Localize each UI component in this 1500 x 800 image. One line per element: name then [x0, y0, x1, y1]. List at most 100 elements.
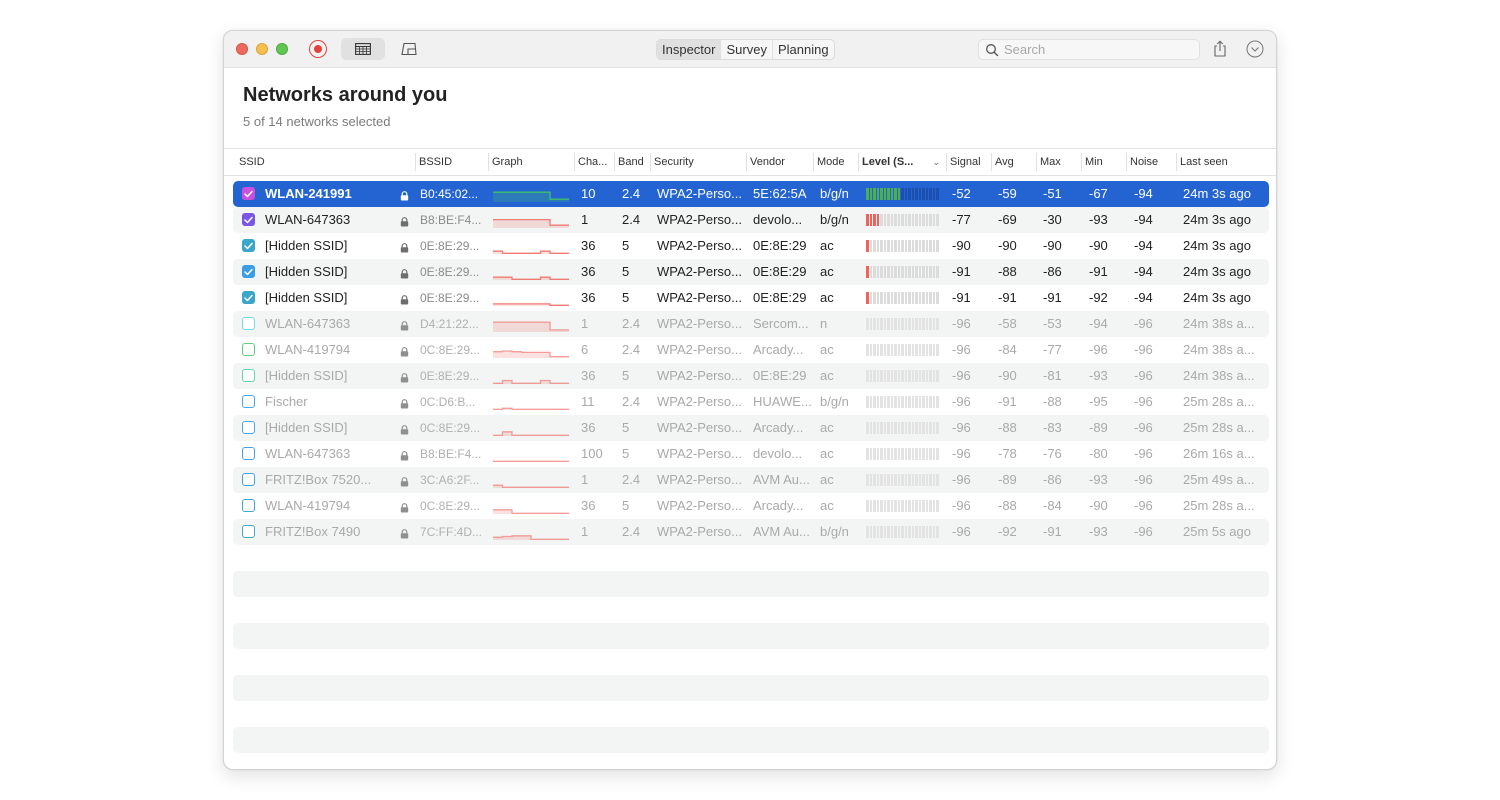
table-row[interactable]: WLAN-241991 B0:45:02... 10 2.4 WPA2-Perso...…: [233, 181, 1269, 207]
tab-inspector[interactable]: Inspector: [657, 40, 722, 59]
signal-cell: -91: [952, 290, 971, 305]
table-row[interactable]: WLAN-419794 0C:8E:29... 36 5 WPA2-Perso... Ar…: [233, 493, 1269, 519]
level-segment: [880, 526, 883, 538]
channel-cell: 1: [581, 212, 589, 227]
level-segment: [901, 448, 904, 460]
zoom-window-button[interactable]: [276, 43, 288, 55]
floorplan-view-button[interactable]: [394, 38, 424, 60]
level-segment: [876, 344, 879, 356]
level-segment: [908, 188, 911, 200]
search-field[interactable]: [978, 39, 1200, 60]
table-row[interactable]: WLAN-419794 0C:8E:29... 6 2.4 WPA2-Perso... A…: [233, 337, 1269, 363]
row-checkbox[interactable]: [242, 239, 255, 252]
row-checkbox[interactable]: [242, 447, 255, 460]
level-segment: [922, 396, 925, 408]
table-row[interactable]: [Hidden SSID] 0E:8E:29... 36 5 WPA2-Perso...…: [233, 233, 1269, 259]
level-segment: [883, 266, 886, 278]
signal-cell: -96: [952, 342, 971, 357]
level-segment: [887, 266, 890, 278]
share-button[interactable]: [1210, 39, 1230, 59]
mode-cell: ac: [820, 368, 834, 383]
row-checkbox[interactable]: [242, 421, 255, 434]
more-options-button[interactable]: [1245, 39, 1265, 59]
level-segment: [876, 422, 879, 434]
level-segment: [918, 344, 921, 356]
col-level[interactable]: Level (S... ⌄: [858, 149, 946, 175]
level-segment: [929, 370, 932, 382]
level-segment: [880, 370, 883, 382]
table-row[interactable]: [Hidden SSID] 0E:8E:29... 36 5 WPA2-Perso...…: [233, 363, 1269, 389]
table-view-button[interactable]: [341, 38, 385, 60]
col-noise[interactable]: Noise: [1126, 149, 1176, 175]
checkmark-icon: [244, 216, 253, 223]
table-row[interactable]: FRITZ!Box 7520... 3C:A6:2F... 1 2.4 WPA2-Per…: [233, 467, 1269, 493]
level-segment: [894, 500, 897, 512]
row-checkbox[interactable]: [242, 395, 255, 408]
level-segment: [936, 214, 939, 226]
col-ssid[interactable]: SSID: [235, 149, 415, 175]
col-signal[interactable]: Signal: [946, 149, 991, 175]
level-segment: [873, 188, 876, 200]
level-segment: [915, 240, 918, 252]
row-checkbox[interactable]: [242, 473, 255, 486]
row-checkbox[interactable]: [242, 187, 255, 200]
tab-planning[interactable]: Planning: [773, 40, 834, 59]
noise-cell: -96: [1134, 420, 1153, 435]
row-checkbox[interactable]: [242, 369, 255, 382]
col-mode[interactable]: Mode: [813, 149, 858, 175]
row-checkbox[interactable]: [242, 499, 255, 512]
bssid-cell: 0E:8E:29...: [420, 369, 480, 383]
noise-cell: -94: [1134, 238, 1153, 253]
col-last-seen[interactable]: Last seen: [1176, 149, 1266, 175]
level-segment: [915, 344, 918, 356]
col-vendor[interactable]: Vendor: [746, 149, 813, 175]
level-segment: [918, 448, 921, 460]
row-checkbox[interactable]: [242, 291, 255, 304]
level-segment: [883, 292, 886, 304]
col-min[interactable]: Min: [1081, 149, 1126, 175]
table-row[interactable]: [Hidden SSID] 0C:8E:29... 36 5 WPA2-Perso...…: [233, 415, 1269, 441]
col-max[interactable]: Max: [1036, 149, 1081, 175]
level-segment: [932, 526, 935, 538]
table-row[interactable]: Fischer 0C:D6:B... 11 2.4 WPA2-Perso... HUAWE…: [233, 389, 1269, 415]
col-graph[interactable]: Graph: [488, 149, 574, 175]
last-seen-cell: 26m 16s a...: [1183, 446, 1255, 461]
col-avg[interactable]: Avg: [991, 149, 1036, 175]
table-row[interactable]: WLAN-647363 B8:BE:F4... 100 5 WPA2-Perso... d…: [233, 441, 1269, 467]
level-segment: [922, 240, 925, 252]
row-checkbox[interactable]: [242, 317, 255, 330]
col-band[interactable]: Band: [614, 149, 650, 175]
col-bssid[interactable]: BSSID: [415, 149, 488, 175]
col-security[interactable]: Security: [650, 149, 746, 175]
signal-cell: -96: [952, 446, 971, 461]
level-segment: [915, 266, 918, 278]
max-cell: -77: [1043, 342, 1062, 357]
table-row[interactable]: FRITZ!Box 7490 7C:FF:4D... 1 2.4 WPA2-Perso.…: [233, 519, 1269, 545]
search-input[interactable]: [1004, 42, 1184, 57]
row-checkbox[interactable]: [242, 265, 255, 278]
table-row[interactable]: [Hidden SSID] 0E:8E:29... 36 5 WPA2-Perso...…: [233, 285, 1269, 311]
row-checkbox[interactable]: [242, 213, 255, 226]
level-segment: [904, 422, 907, 434]
record-button[interactable]: [306, 38, 330, 60]
level-segment: [925, 292, 928, 304]
empty-row: [233, 727, 1269, 753]
table-row[interactable]: WLAN-647363 D4:21:22... 1 2.4 WPA2-Perso... S…: [233, 311, 1269, 337]
level-segment: [925, 240, 928, 252]
row-checkbox[interactable]: [242, 525, 255, 538]
tab-survey[interactable]: Survey: [721, 40, 773, 59]
minimize-window-button[interactable]: [256, 43, 268, 55]
col-channel[interactable]: Cha...: [574, 149, 614, 175]
level-segment: [890, 188, 893, 200]
band-cell: 2.4: [622, 316, 641, 331]
table-row[interactable]: [Hidden SSID] 0E:8E:29... 36 5 WPA2-Perso...…: [233, 259, 1269, 285]
table-row[interactable]: WLAN-647363 B8:BE:F4... 1 2.4 WPA2-Perso... d…: [233, 207, 1269, 233]
close-window-button[interactable]: [236, 43, 248, 55]
row-checkbox[interactable]: [242, 343, 255, 356]
lock-icon: [400, 267, 409, 279]
level-segment: [876, 474, 879, 486]
avg-cell: -69: [998, 212, 1017, 227]
level-segment: [866, 344, 869, 356]
signal-graph: [493, 250, 569, 254]
level-segment: [883, 474, 886, 486]
